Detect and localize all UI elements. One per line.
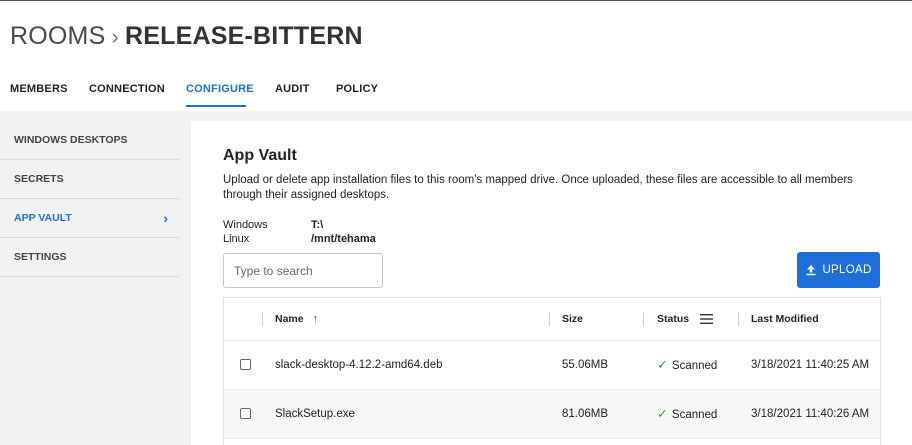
drive-linux: Linux /mnt/tehama xyxy=(223,233,376,245)
upload-label: UPLOAD xyxy=(822,264,872,276)
tab-connection[interactable]: CONNECTION xyxy=(89,83,165,95)
column-header-name-label: Name xyxy=(275,313,304,325)
file-size: 55.06MB xyxy=(562,359,609,371)
check-icon: ✓ xyxy=(657,357,668,372)
column-divider xyxy=(643,312,644,326)
upload-icon xyxy=(806,265,816,276)
column-header-name[interactable]: Name ↑ xyxy=(275,298,318,340)
tab-members[interactable]: MEMBERS xyxy=(10,83,68,95)
row-checkbox[interactable] xyxy=(240,408,251,419)
breadcrumb: ROOMS › RELEASE-BITTERN xyxy=(10,22,363,51)
tab-audit[interactable]: AUDIT xyxy=(275,83,310,95)
drive-os-label: Linux xyxy=(223,233,250,245)
tab-policy[interactable]: POLICY xyxy=(336,83,378,95)
column-header-size[interactable]: Size xyxy=(562,298,583,340)
sidebar-item-settings[interactable]: SETTINGS xyxy=(0,238,180,277)
file-name: slack-desktop-4.12.2-amd64.deb xyxy=(275,359,443,371)
page-title: RELEASE-BITTERN xyxy=(124,22,363,50)
file-size: 81.06MB xyxy=(562,408,609,420)
check-icon: ✓ xyxy=(657,406,668,421)
upload-button[interactable]: UPLOAD xyxy=(797,252,880,288)
file-last-modified: 3/18/2021 11:40:26 AM xyxy=(751,408,870,420)
breadcrumb-rooms[interactable]: ROOMS xyxy=(10,22,105,50)
sort-ascending-icon: ↑ xyxy=(312,313,318,325)
top-divider xyxy=(0,0,912,1)
column-divider xyxy=(262,312,263,326)
chevron-right-icon: › xyxy=(163,210,168,226)
sidebar: WINDOWS DESKTOPS SECRETS APP VAULT › SETT… xyxy=(0,121,180,277)
section-title: App Vault xyxy=(223,147,297,164)
active-tab-indicator xyxy=(186,105,246,107)
drive-windows: Windows T:\ xyxy=(223,219,323,231)
row-checkbox[interactable] xyxy=(240,359,251,370)
sidebar-item-secrets[interactable]: SECRETS xyxy=(0,160,180,199)
breadcrumb-separator: › xyxy=(111,24,119,49)
drive-os-label: Windows xyxy=(223,219,268,231)
column-divider xyxy=(549,312,550,326)
file-status-label: Scanned xyxy=(671,409,718,421)
file-status: ✓ Scanned xyxy=(657,341,717,389)
column-header-status[interactable]: Status xyxy=(657,298,714,340)
file-status: ✓ Scanned xyxy=(657,390,717,438)
tab-bar: MEMBERS CONNECTION CONFIGURE AUDIT POLIC… xyxy=(0,75,912,111)
drive-path: T:\ xyxy=(311,219,324,231)
sidebar-item-windows-desktops[interactable]: WINDOWS DESKTOPS xyxy=(0,121,180,160)
tab-configure[interactable]: CONFIGURE xyxy=(186,83,254,95)
sidebar-item-label: SETTINGS xyxy=(14,251,67,263)
file-last-modified: 3/18/2021 11:40:25 AM xyxy=(751,359,870,371)
filter-menu-icon[interactable] xyxy=(700,314,714,325)
file-status-label: Scanned xyxy=(671,360,718,372)
table-row[interactable]: slack-desktop-4.12.2-amd64.deb 55.06MB ✓… xyxy=(224,341,880,390)
column-divider xyxy=(738,312,739,326)
drive-path: /mnt/tehama xyxy=(311,233,376,245)
table-header: Name ↑ Size Status Last Modified xyxy=(224,298,880,341)
sidebar-item-label: SECRETS xyxy=(14,173,64,185)
column-header-status-label: Status xyxy=(657,313,690,325)
sidebar-item-app-vault[interactable]: APP VAULT › xyxy=(0,199,180,238)
table-row[interactable]: SlackSetup.exe 81.06MB ✓ Scanned 3/18/202… xyxy=(224,390,880,439)
section-description: Upload or delete app installation files … xyxy=(223,174,853,201)
column-header-last-modified[interactable]: Last Modified xyxy=(751,298,819,340)
sidebar-item-label: APP VAULT xyxy=(14,212,72,224)
files-table: Name ↑ Size Status Last Modified slack-d… xyxy=(223,297,881,445)
sidebar-item-label: WINDOWS DESKTOPS xyxy=(14,134,128,146)
app-vault-panel: App Vault Upload or delete app installat… xyxy=(191,121,912,445)
file-name: SlackSetup.exe xyxy=(275,408,355,420)
search-input[interactable] xyxy=(223,253,383,288)
